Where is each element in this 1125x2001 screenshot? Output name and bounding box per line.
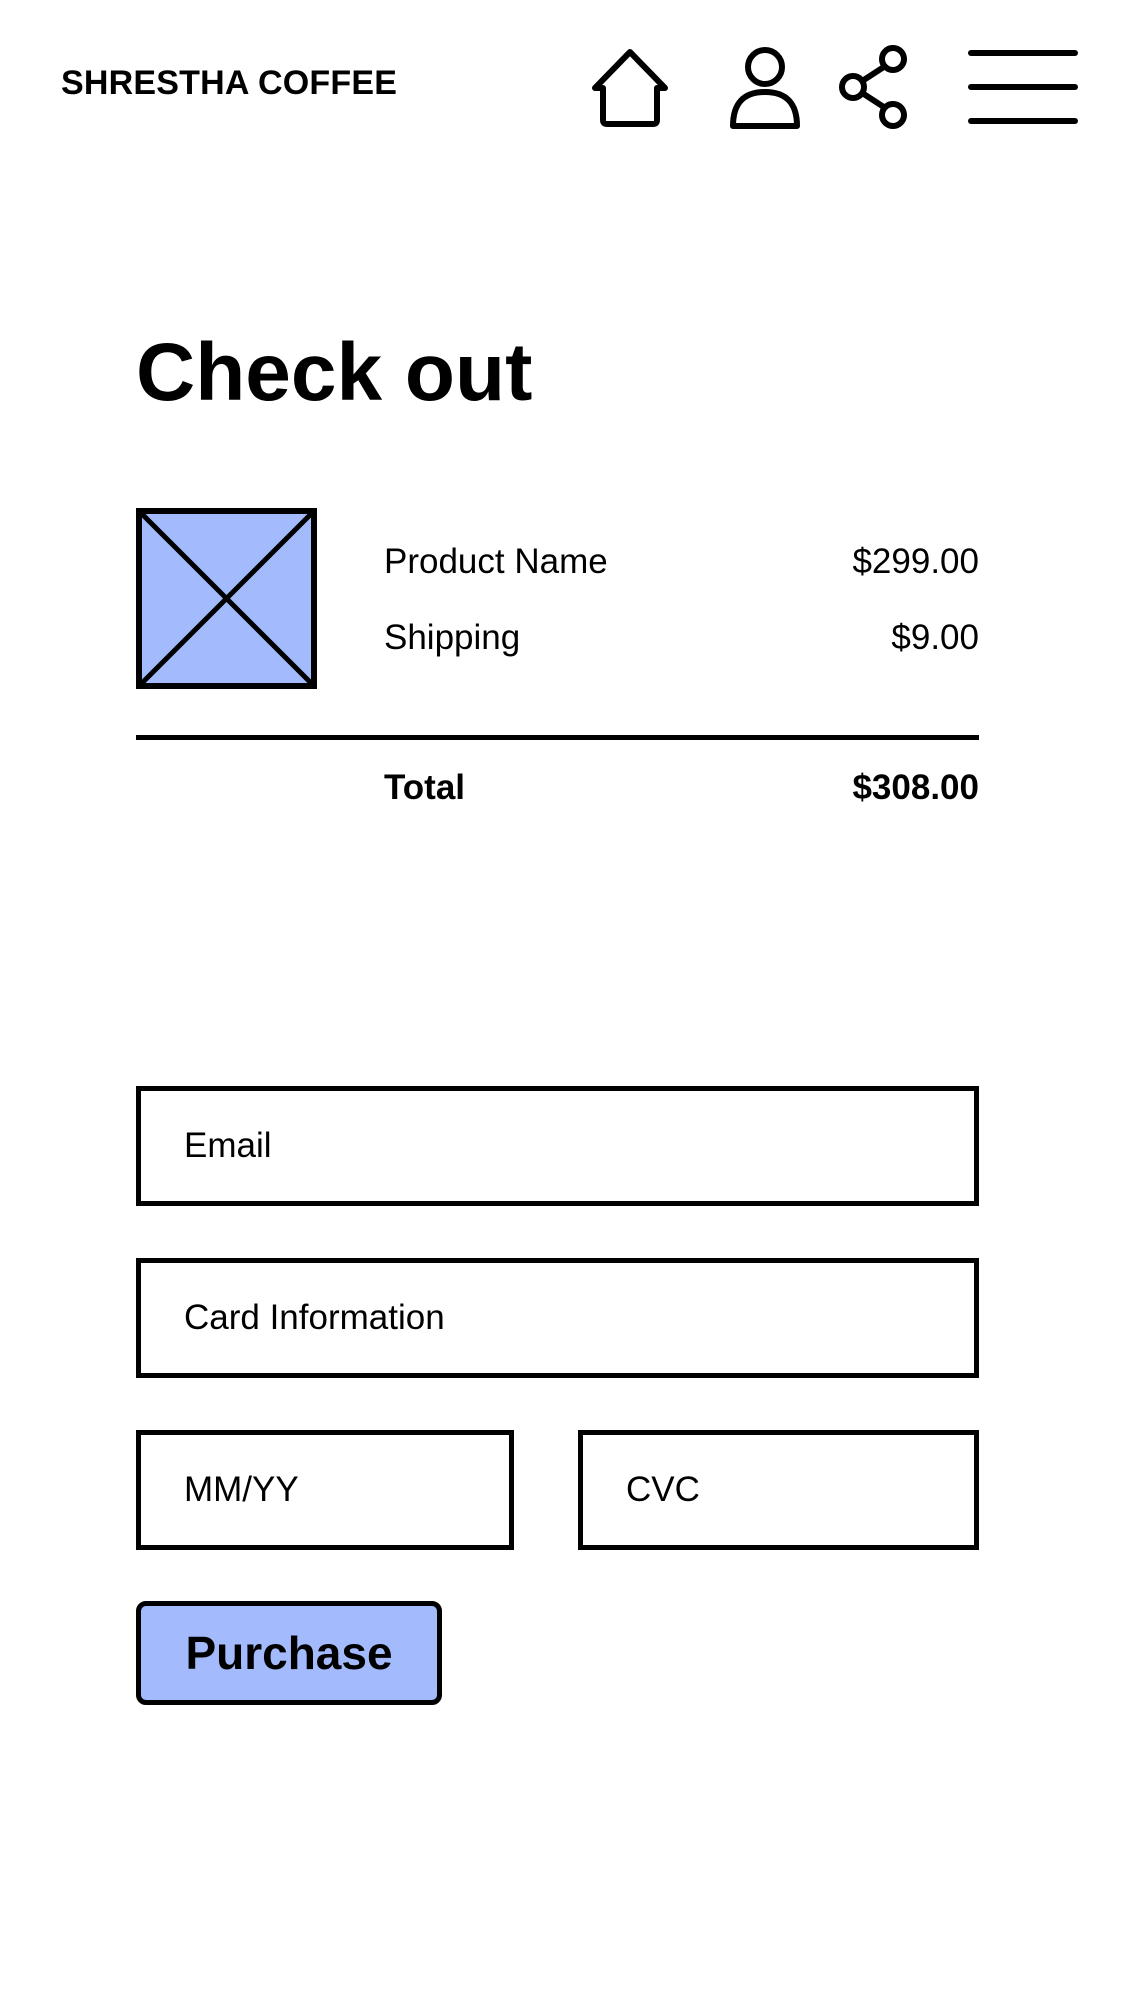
shipping-label: Shipping	[384, 618, 521, 657]
email-field[interactable]	[136, 1086, 979, 1206]
user-icon[interactable]	[728, 46, 802, 130]
image-placeholder-icon	[136, 508, 317, 689]
home-icon[interactable]	[590, 46, 670, 128]
shipping-price: $9.00	[891, 618, 979, 657]
card-information-field[interactable]	[136, 1258, 979, 1378]
expiry-field[interactable]	[136, 1430, 514, 1550]
total-price: $308.00	[852, 768, 979, 807]
product-name-label: Product Name	[384, 542, 608, 581]
share-icon[interactable]	[834, 44, 914, 130]
purchase-button[interactable]: Purchase	[136, 1601, 442, 1705]
brand-logo[interactable]: SHRESTHA COFFEE	[61, 64, 397, 103]
page-title: Check out	[136, 327, 533, 418]
product-price: $299.00	[852, 542, 979, 581]
menu-icon[interactable]	[968, 48, 1078, 126]
total-label: Total	[384, 768, 466, 807]
cvc-field[interactable]	[578, 1430, 979, 1550]
summary-divider	[136, 735, 979, 740]
